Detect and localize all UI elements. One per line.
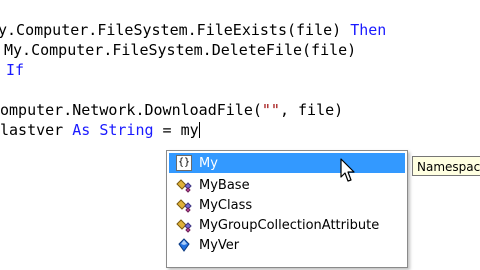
quickinfo-tooltip: Namespace xyxy=(412,156,480,176)
string-literal: "" xyxy=(261,101,280,119)
intellisense-popup[interactable]: {} My MyBase MyClass MyGroupCollectionAt… xyxy=(166,150,408,268)
completion-label: My xyxy=(199,155,218,171)
completion-label: MyClass xyxy=(199,197,253,213)
code-line-4[interactable]: omputer.Network.DownloadFile("", file) xyxy=(0,100,343,120)
text-caret xyxy=(198,122,200,138)
completion-item-myclass[interactable]: MyClass xyxy=(169,195,405,215)
code-line-1[interactable]: y.Computer.FileSystem.FileExists(file) T… xyxy=(0,20,386,40)
code-line-2[interactable]: My.Computer.FileSystem.DeleteFile(file) xyxy=(4,40,356,60)
completion-item-my[interactable]: {} My xyxy=(169,153,405,173)
namespace-icon: {} xyxy=(175,155,193,171)
completion-label: MyBase xyxy=(199,177,250,193)
code-line-5[interactable]: lastver As String = my xyxy=(0,120,200,140)
completion-item-myver[interactable]: MyVer xyxy=(169,235,405,255)
keyword-then: Then xyxy=(350,21,387,39)
completion-item-mybase[interactable]: MyBase xyxy=(169,175,405,195)
variable-icon xyxy=(175,237,193,253)
code-editor[interactable]: y.Computer.FileSystem.FileExists(file) T… xyxy=(0,0,480,270)
tooltip-text: Namespace xyxy=(417,160,480,174)
completion-label: MyGroupCollectionAttribute xyxy=(199,217,380,233)
keyword-icon xyxy=(175,177,193,193)
code-text: y.Computer.FileSystem.FileExists(file) xyxy=(0,21,351,39)
keyword-icon xyxy=(175,197,193,213)
class-icon xyxy=(175,217,193,233)
code-text: , file) xyxy=(279,101,344,119)
code-text: omputer.Network.DownloadFile( xyxy=(0,101,262,119)
completion-item-mygroupcollectionattribute[interactable]: MyGroupCollectionAttribute xyxy=(169,215,405,235)
keyword-as: As xyxy=(72,121,91,139)
code-text: = my xyxy=(153,121,199,139)
code-line-3[interactable]: If xyxy=(6,60,24,80)
code-text: lastver xyxy=(0,121,73,139)
mouse-pointer-icon xyxy=(340,158,355,182)
keyword-string: String xyxy=(99,121,154,139)
keyword-if: If xyxy=(6,61,25,79)
code-text: My.Computer.FileSystem.DeleteFile(file) xyxy=(4,41,357,59)
completion-label: MyVer xyxy=(199,237,240,253)
